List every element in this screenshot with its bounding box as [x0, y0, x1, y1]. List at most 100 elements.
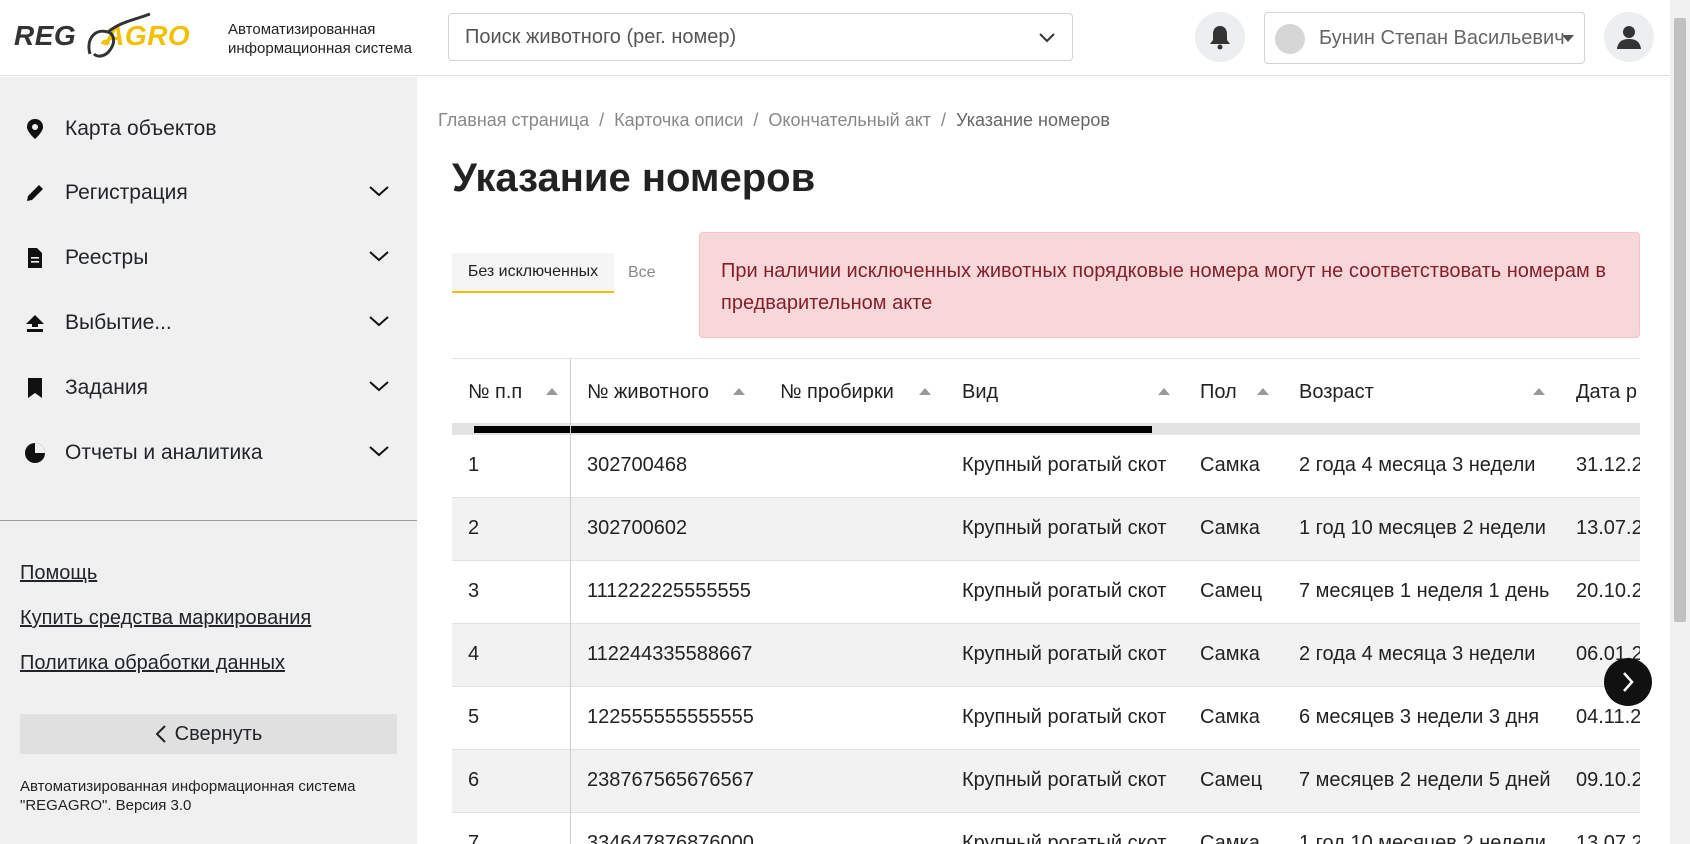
system-name-line1: Автоматизированная: [228, 21, 376, 38]
chevron-down-icon: [369, 381, 389, 392]
version-line1: Автоматизированная информационная систем…: [20, 778, 356, 795]
breadcrumb-separator: /: [941, 110, 947, 130]
sidebar-item-registries[interactable]: Реестры: [0, 233, 417, 283]
sidebar-item-disposal[interactable]: Выбытие...: [0, 298, 417, 348]
chevron-down-icon: [369, 186, 389, 197]
buy-marking-link[interactable]: Купить средства маркирования: [20, 607, 311, 630]
sidebar: Карта объектов Регистрация Реестры Выбыт…: [0, 77, 417, 844]
cell-sex: Самка: [1200, 454, 1260, 476]
column-header-label: Дата р: [1576, 381, 1637, 403]
regagro-logo[interactable]: REG AGRO: [14, 6, 190, 66]
animal-search[interactable]: [448, 13, 1073, 61]
cell-animal-number: 112244335588667: [587, 643, 753, 665]
breadcrumb-separator: /: [753, 110, 759, 130]
alert-text: При наличии исключенных животных порядко…: [721, 260, 1606, 314]
sidebar-item-reports[interactable]: Отчеты и аналитика: [0, 428, 417, 478]
breadcrumb: Главная страница / Карточка описи / Окончате…: [438, 110, 1110, 131]
column-header-label: Пол: [1200, 381, 1237, 403]
sort-arrow-icon: [733, 388, 745, 395]
bull-logo-icon: [87, 12, 151, 58]
cell-age: 2 года 4 месяца 3 недели: [1299, 643, 1536, 665]
logo-reg-text: REG: [14, 20, 77, 51]
sidebar-item-map[interactable]: Карта объектов: [0, 104, 417, 154]
version-line2: "REGAGRO". Версия 3.0: [20, 797, 192, 814]
tab-without-excluded[interactable]: Без исключенных: [452, 253, 614, 293]
cell-birth-date: 09.10.2: [1576, 769, 1640, 791]
cell-seq: 4: [468, 643, 480, 665]
breadcrumb-inventory-card[interactable]: Карточка описи: [614, 110, 743, 130]
tab-all[interactable]: Все: [628, 253, 656, 293]
sidebar-divider: [0, 520, 417, 521]
column-header-label: Возраст: [1299, 381, 1374, 403]
cell-age: 1 год 10 месяцев 2 недели: [1299, 517, 1546, 539]
breadcrumb-final-act[interactable]: Окончательный акт: [768, 110, 931, 130]
cell-seq: 6: [468, 769, 480, 791]
cell-sex: Самец: [1200, 580, 1263, 602]
warning-alert: При наличии исключенных животных порядко…: [699, 232, 1640, 338]
column-header-label: № животного: [587, 381, 709, 403]
cell-seq: 7: [468, 832, 480, 844]
chevron-down-icon: [369, 251, 389, 262]
version-info: Автоматизированная информационная систем…: [20, 777, 355, 815]
cell-sex: Самка: [1200, 517, 1260, 539]
cell-sex: Самец: [1200, 769, 1263, 791]
pencil-icon: [27, 185, 43, 201]
page-scrollbar[interactable]: [1670, 0, 1690, 844]
cell-animal-number: 122555555555555: [587, 706, 754, 728]
cell-animal-number: 302700468: [587, 454, 688, 476]
system-name-line2: информационная система: [228, 40, 412, 57]
table-row[interactable]: 4 112244335588667 Крупный рогатый скот С…: [452, 624, 1640, 687]
chevron-left-icon: [155, 725, 166, 743]
user-icon: [1617, 26, 1641, 49]
upload-icon: [26, 315, 44, 332]
sidebar-item-tasks[interactable]: Задания: [0, 363, 417, 413]
notifications-button[interactable]: [1195, 12, 1245, 62]
map-pin-icon: [27, 119, 43, 139]
page-scrollbar-thumb[interactable]: [1674, 18, 1686, 622]
table-row[interactable]: 1 302700468 Крупный рогатый скот Самка 2…: [452, 435, 1640, 498]
table-row[interactable]: 5 122555555555555 Крупный рогатый скот С…: [452, 687, 1640, 750]
cell-species: Крупный рогатый скот: [962, 580, 1167, 602]
table-row[interactable]: 3 111222225555555 Крупный рогатый скот С…: [452, 561, 1640, 624]
table-row[interactable]: 2 302700602 Крупный рогатый скот Самка 1…: [452, 498, 1640, 561]
cell-sex: Самка: [1200, 706, 1260, 728]
animal-search-input[interactable]: [463, 24, 1023, 50]
scrollbar-thumb[interactable]: [474, 426, 1152, 433]
breadcrumb-home[interactable]: Главная страница: [438, 110, 589, 130]
help-link[interactable]: Помощь: [20, 562, 97, 585]
bell-icon: [1210, 26, 1230, 50]
user-dropdown[interactable]: Бунин Степан Васильевич: [1264, 12, 1585, 64]
cell-species: Крупный рогатый скот: [962, 706, 1167, 728]
table-row[interactable]: 7 334647876876000 Крупный рогатый скот С…: [452, 813, 1640, 844]
cell-species: Крупный рогатый скот: [962, 454, 1167, 476]
sidebar-item-label: Выбытие...: [65, 311, 172, 334]
privacy-policy-link[interactable]: Политика обработки данных: [20, 652, 285, 675]
cell-age: 6 месяцев 3 недели 3 дня: [1299, 706, 1540, 728]
page-title: Указание номеров: [452, 156, 816, 200]
column-header-label: Вид: [962, 381, 999, 403]
sticky-column-divider: [570, 359, 571, 844]
horizontal-scrollbar[interactable]: [452, 423, 1640, 435]
top-header: REG AGRO Автоматизированная информационн…: [0, 0, 1670, 76]
cell-seq: 5: [468, 706, 480, 728]
bookmark-icon: [28, 378, 42, 398]
scroll-right-button[interactable]: [1604, 658, 1652, 706]
sort-arrow-icon: [1158, 388, 1170, 395]
sort-arrow-icon: [1257, 388, 1269, 395]
sidebar-item-registration[interactable]: Регистрация: [0, 168, 417, 218]
table-row[interactable]: 6 238767565676567 Крупный рогатый скот С…: [452, 750, 1640, 813]
collapse-sidebar-button[interactable]: Свернуть: [20, 714, 397, 754]
sort-arrow-icon: [546, 388, 558, 395]
cell-animal-number: 238767565676567: [587, 769, 754, 791]
sort-arrow-icon: [1533, 388, 1545, 395]
chevron-down-icon[interactable]: [1038, 28, 1056, 46]
profile-button[interactable]: [1604, 12, 1654, 62]
cell-age: 2 года 4 месяца 3 недели: [1299, 454, 1536, 476]
cell-animal-number: 334647876876000: [587, 832, 754, 844]
cell-seq: 1: [468, 454, 480, 476]
cell-sex: Самка: [1200, 832, 1260, 844]
pie-chart-icon: [25, 443, 45, 463]
chevron-down-icon: [369, 446, 389, 457]
sidebar-item-label: Отчеты и аналитика: [65, 441, 263, 464]
cell-age: 7 месяцев 1 неделя 1 день: [1299, 580, 1550, 602]
